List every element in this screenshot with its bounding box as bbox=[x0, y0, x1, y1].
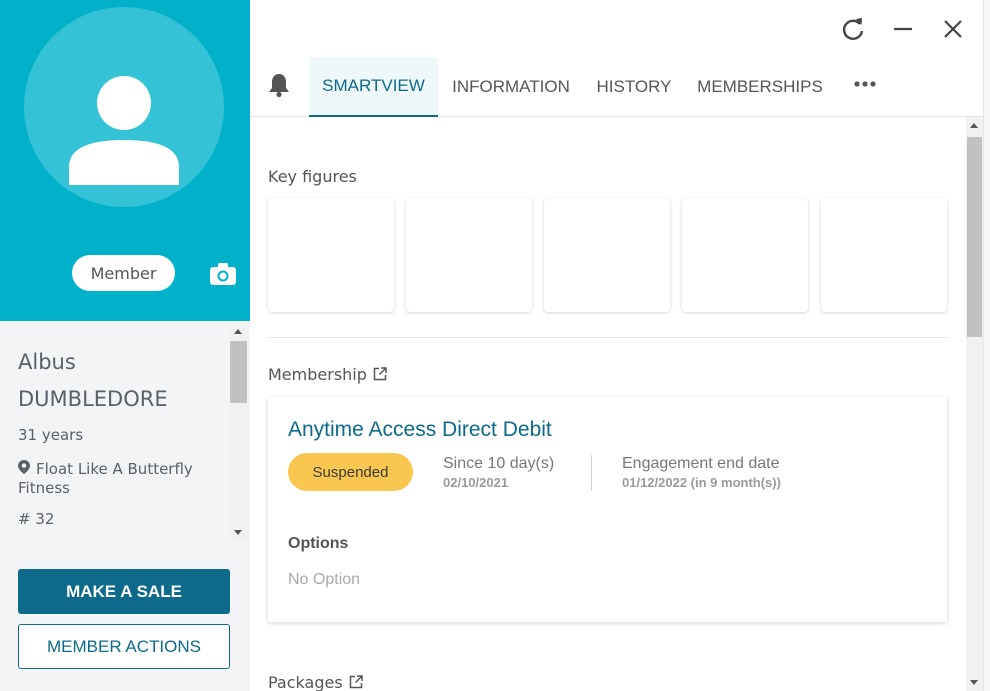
key-figure-card bbox=[821, 198, 947, 312]
member-first-name: Albus bbox=[18, 350, 76, 374]
user-placeholder-icon bbox=[69, 76, 179, 185]
packages-section-title[interactable]: Packages bbox=[268, 673, 363, 691]
bell-icon[interactable] bbox=[267, 72, 291, 98]
key-figure-card bbox=[682, 198, 808, 312]
external-link-icon[interactable] bbox=[373, 367, 387, 381]
avatar[interactable] bbox=[24, 7, 224, 207]
membership-name[interactable]: Anytime Access Direct Debit bbox=[288, 418, 552, 442]
scrollbar-thumb[interactable] bbox=[967, 137, 982, 337]
packages-title-label: Packages bbox=[268, 673, 343, 691]
status-badge: Suspended bbox=[288, 453, 413, 491]
club-name: Float Like A Butterfly Fitness bbox=[18, 460, 193, 497]
member-last-name: DUMBLEDORE bbox=[18, 387, 168, 411]
options-title: Options bbox=[288, 535, 349, 552]
key-figure-card bbox=[544, 198, 670, 312]
make-a-sale-button[interactable]: MAKE A SALE bbox=[18, 569, 230, 614]
key-figure-card bbox=[406, 198, 532, 312]
location-pin-icon bbox=[18, 460, 30, 474]
refresh-icon[interactable] bbox=[838, 14, 868, 44]
options-value: No Option bbox=[288, 571, 361, 588]
scroll-down-arrow-icon[interactable] bbox=[970, 680, 978, 685]
minimize-icon[interactable] bbox=[888, 14, 918, 44]
tab-history[interactable]: HISTORY bbox=[588, 57, 680, 117]
since-date: 02/10/2021 bbox=[443, 475, 509, 490]
more-options-icon[interactable] bbox=[852, 74, 878, 94]
section-divider bbox=[268, 337, 947, 338]
key-figures-title: Key figures bbox=[268, 167, 357, 186]
close-icon[interactable] bbox=[938, 14, 968, 44]
scroll-up-arrow-icon[interactable] bbox=[970, 123, 978, 128]
member-window: Member Albus DUMBLEDORE 31 years Float L… bbox=[0, 0, 990, 691]
member-actions-button[interactable]: MEMBER ACTIONS bbox=[18, 624, 230, 669]
scroll-down-arrow-icon[interactable] bbox=[234, 530, 242, 535]
member-club: Float Like A Butterfly Fitness bbox=[18, 460, 218, 498]
tab-smartview[interactable]: SMARTVIEW bbox=[309, 57, 438, 117]
scrollbar-thumb[interactable] bbox=[230, 341, 247, 403]
profile-header: Member bbox=[0, 0, 250, 321]
scroll-up-arrow-icon[interactable] bbox=[234, 329, 242, 334]
engagement-end-label: Engagement end date bbox=[622, 455, 780, 472]
member-number: # 32 bbox=[18, 510, 55, 528]
camera-icon[interactable] bbox=[209, 262, 237, 286]
background-window-edge bbox=[983, 0, 990, 691]
key-figure-card bbox=[268, 198, 394, 312]
tab-information[interactable]: INFORMATION bbox=[440, 57, 582, 117]
since-label: Since 10 day(s) bbox=[443, 455, 555, 472]
role-badge: Member bbox=[72, 255, 175, 291]
vertical-divider bbox=[591, 455, 592, 491]
membership-title-label: Membership bbox=[268, 365, 367, 384]
engagement-end-date: 01/12/2022 (in 9 month(s)) bbox=[622, 475, 781, 490]
external-link-icon[interactable] bbox=[349, 675, 363, 689]
member-age: 31 years bbox=[18, 426, 84, 444]
sidebar-scrollbar[interactable] bbox=[230, 323, 247, 541]
membership-section-title[interactable]: Membership bbox=[268, 365, 387, 384]
tab-memberships[interactable]: MEMBERSHIPS bbox=[688, 57, 832, 117]
content-scrollbar[interactable] bbox=[966, 117, 983, 691]
